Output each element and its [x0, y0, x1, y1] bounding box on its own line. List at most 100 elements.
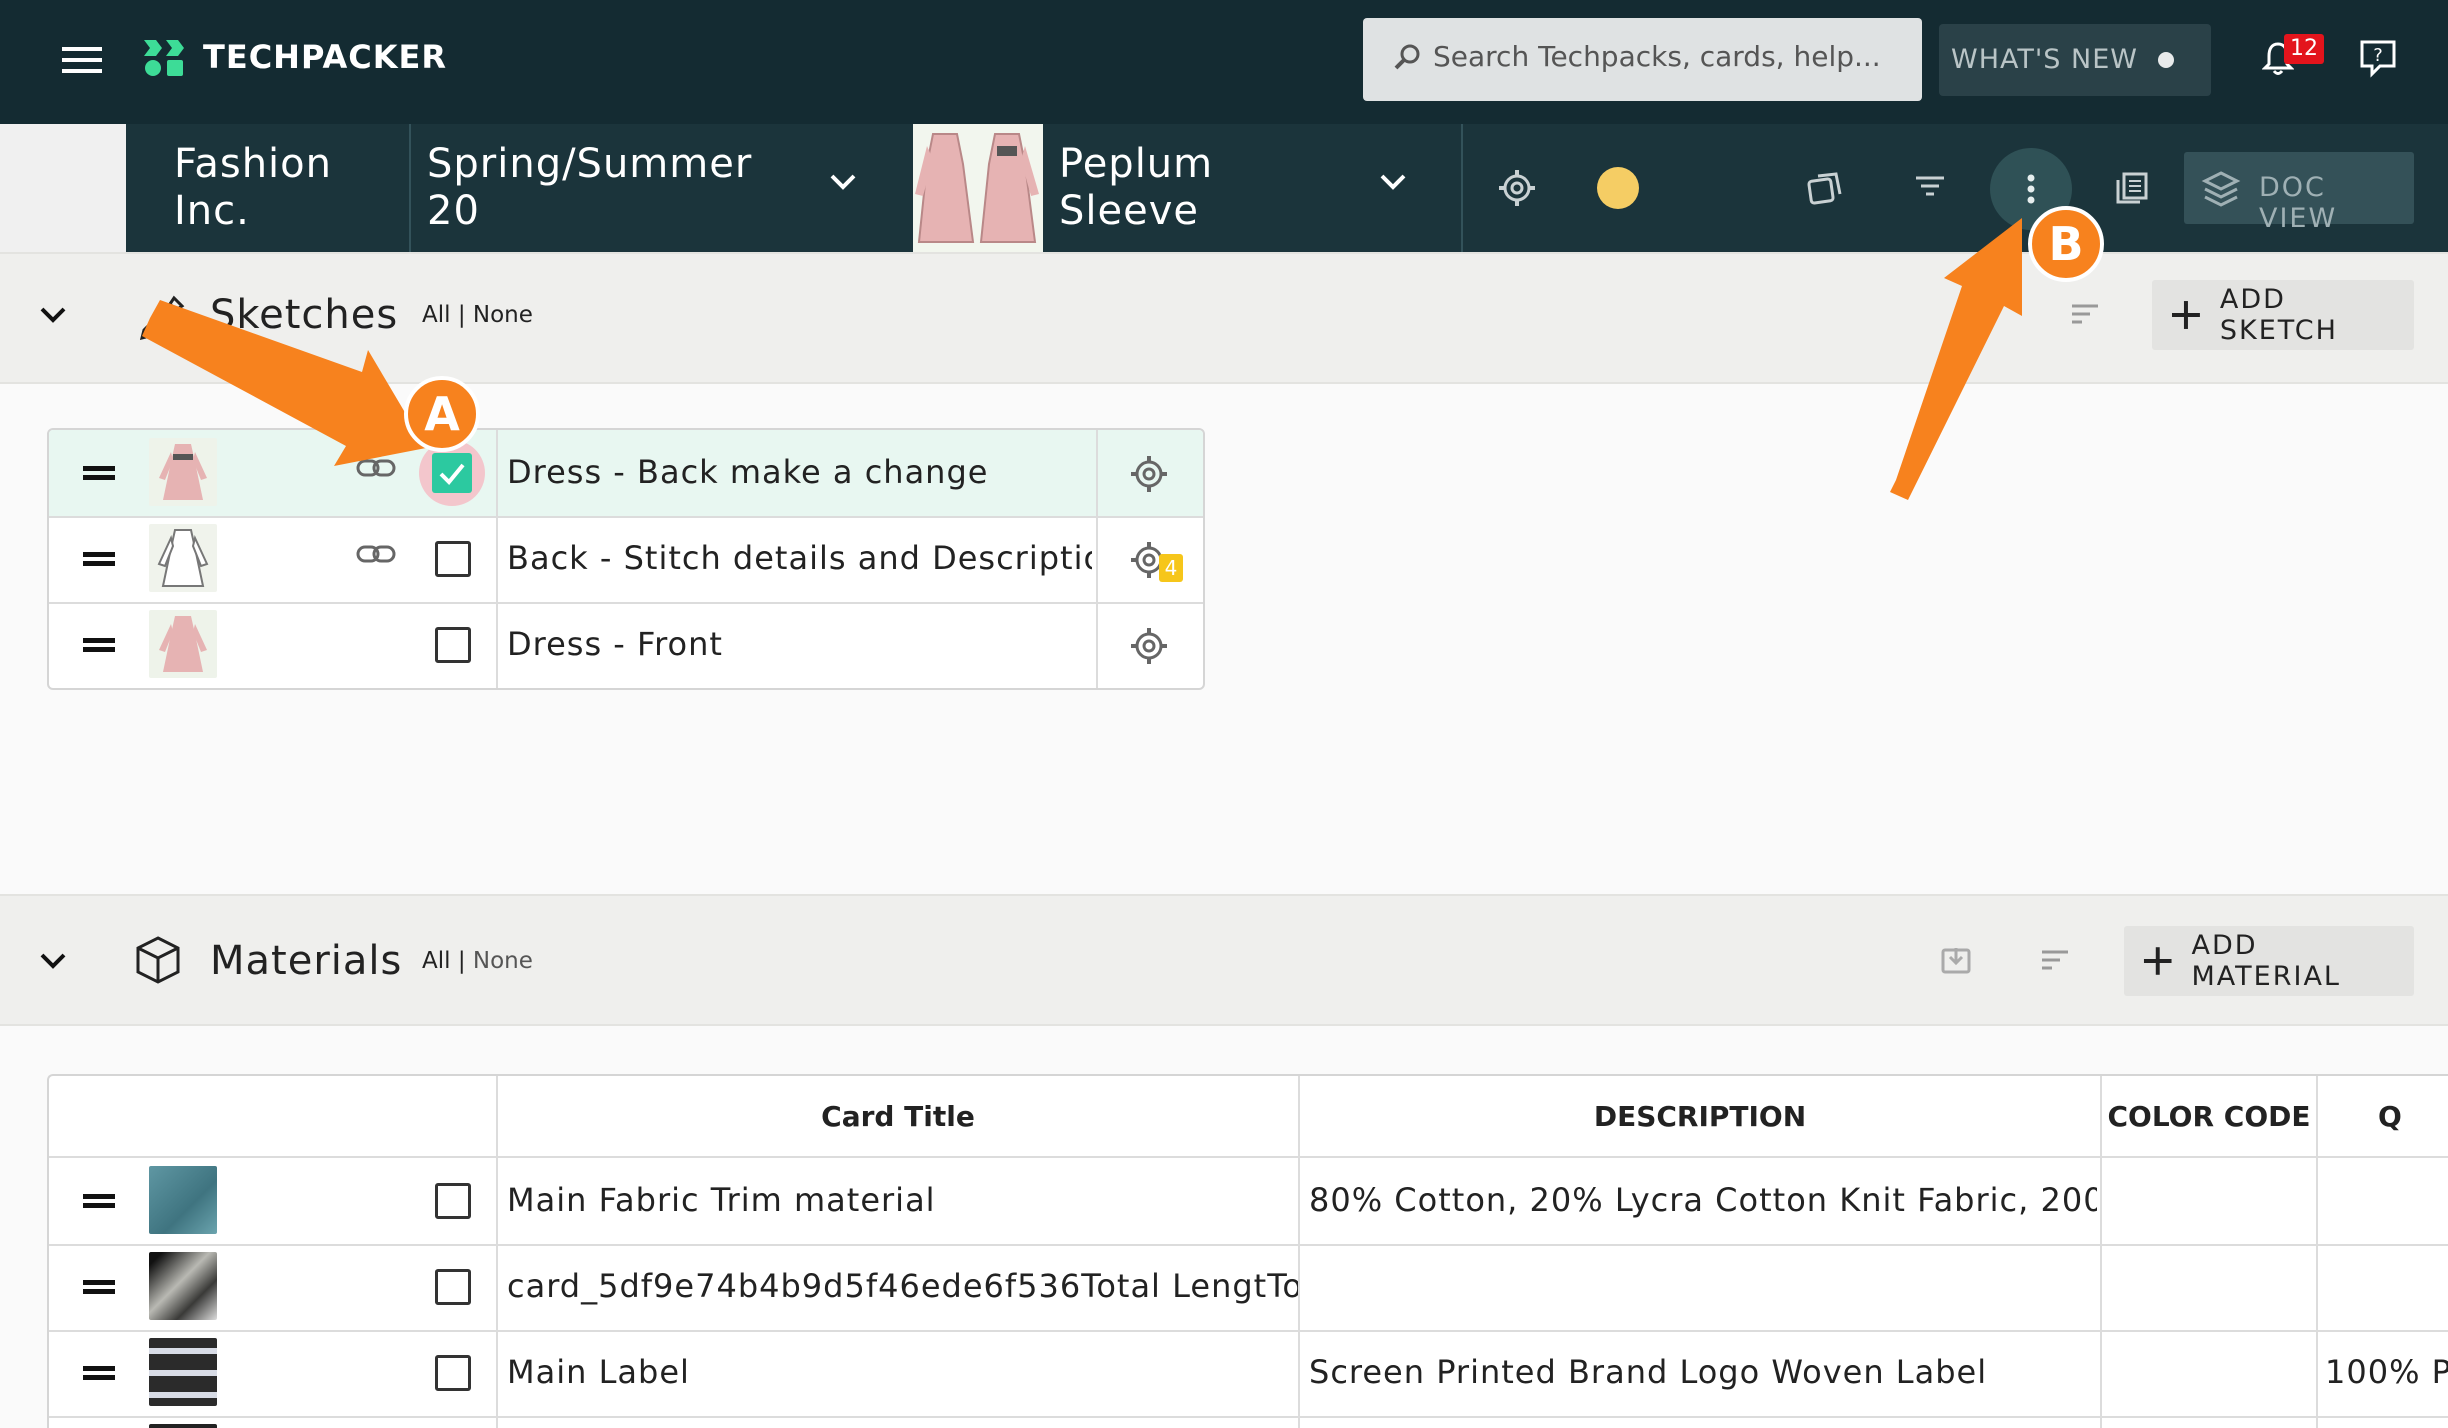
drag-handle-icon[interactable]	[83, 466, 115, 480]
select-checkbox[interactable]	[432, 453, 472, 493]
material-title[interactable]: card_5df9e74b4b9d5f46ede6f536Total Lengt…	[507, 1267, 1298, 1305]
layers-icon	[2201, 169, 2241, 209]
comment-count-badge[interactable]: 4	[1159, 554, 1183, 582]
status-indicator[interactable]	[1597, 167, 1639, 209]
style-name-line1: Peplum	[1059, 141, 1214, 187]
separator: |	[457, 948, 466, 974]
box-icon	[132, 934, 184, 986]
select-checkbox[interactable]	[435, 1355, 471, 1391]
table-row[interactable]	[49, 1416, 2448, 1428]
select-none-link[interactable]: None	[473, 948, 533, 974]
chevron-down-icon[interactable]	[829, 172, 859, 202]
breadcrumb-collection[interactable]: Spring/Summer 20	[411, 124, 911, 252]
dress-pair-icon	[915, 133, 1039, 243]
table-header: Card Title DESCRIPTION COLOR CODE Q	[49, 1076, 2448, 1158]
sketch-thumbnail[interactable]	[149, 438, 217, 506]
list-item[interactable]: Dress - Back make a change	[49, 430, 1203, 518]
whats-new-label: WHAT'S NEW	[1951, 44, 2138, 75]
select-checkbox[interactable]	[435, 541, 471, 577]
link-icon[interactable]	[356, 540, 396, 570]
breadcrumb-style[interactable]: Peplum Sleeve	[1043, 124, 1463, 252]
column-header[interactable]: Q	[2318, 1076, 2448, 1156]
settings-gear-icon[interactable]	[1129, 454, 1169, 494]
column-header[interactable]: DESCRIPTION	[1300, 1076, 2100, 1156]
drag-handle-icon[interactable]	[83, 638, 115, 652]
link-icon[interactable]	[356, 454, 396, 484]
search-icon	[1393, 42, 1423, 72]
download-icon[interactable]	[1940, 944, 1974, 978]
drag-handle-icon[interactable]	[83, 552, 115, 566]
drag-handle-icon[interactable]	[83, 1280, 115, 1294]
doc-view-button[interactable]: DOC VIEW	[2184, 152, 2414, 234]
material-q[interactable]: 100% Po	[2325, 1353, 2448, 1391]
collapse-chevron-icon[interactable]	[38, 304, 70, 328]
drag-handle-icon[interactable]	[83, 1194, 115, 1208]
select-checkbox[interactable]	[435, 627, 471, 663]
filter-icon[interactable]	[1912, 172, 1948, 204]
cell-divider	[496, 430, 498, 516]
add-sketch-button[interactable]: ADD SKETCH	[2152, 280, 2414, 350]
breadcrumb-company[interactable]: Fashion Inc.	[126, 124, 409, 252]
dress-icon	[157, 529, 209, 587]
table-row[interactable]: card_5df9e74b4b9d5f46ede6f536Total Lengt…	[49, 1244, 2448, 1332]
table-row[interactable]: Main Fabric Trim material 80% Cotton, 20…	[49, 1158, 2448, 1246]
dress-icon	[159, 616, 207, 672]
sketch-title[interactable]: Back - Stitch details and Description	[507, 539, 1092, 577]
material-title[interactable]: Main Fabric Trim material	[507, 1181, 1292, 1219]
sketch-title[interactable]: Dress - Front	[507, 625, 1087, 663]
select-all-link[interactable]: All	[422, 948, 451, 974]
material-title[interactable]: Main Label	[507, 1353, 1292, 1391]
sort-icon[interactable]	[2068, 300, 2104, 330]
column-header[interactable]: Card Title	[498, 1076, 1298, 1156]
add-material-label: ADD MATERIAL	[2191, 930, 2341, 992]
material-thumbnail	[149, 1424, 217, 1428]
separator: |	[457, 302, 466, 328]
help-icon[interactable]: ?	[2358, 38, 2400, 80]
sketch-thumbnail[interactable]	[149, 524, 217, 592]
search-box[interactable]: Search Techpacks, cards, help...	[1363, 18, 1922, 101]
style-thumbnail[interactable]	[913, 124, 1043, 252]
whats-new-button[interactable]: WHAT'S NEW	[1939, 24, 2211, 96]
pages-icon[interactable]	[2114, 170, 2152, 208]
material-description[interactable]: 80% Cotton, 20% Lycra Cotton Knit Fabric…	[1309, 1181, 2097, 1219]
list-item[interactable]: Back - Stitch details and Description 4	[49, 516, 1203, 604]
collapse-chevron-icon[interactable]	[38, 950, 70, 974]
material-thumbnail[interactable]	[149, 1252, 217, 1320]
material-thumbnail[interactable]	[149, 1166, 217, 1234]
table-row[interactable]: Main Label Screen Printed Brand Logo Wov…	[49, 1330, 2448, 1418]
settings-gear-icon[interactable]	[1497, 168, 1537, 208]
copy-icon[interactable]	[1806, 170, 1844, 208]
subbar-left-spacer	[0, 124, 126, 252]
sort-icon[interactable]	[2038, 946, 2074, 976]
select-checkbox[interactable]	[435, 1269, 471, 1305]
select-all-link[interactable]: All	[422, 302, 451, 328]
select-all-none: All | None	[422, 948, 533, 974]
settings-gear-icon[interactable]	[1129, 626, 1169, 666]
annotation-marker-a: A	[404, 376, 480, 452]
material-description[interactable]: Screen Printed Brand Logo Woven Label	[1309, 1353, 2097, 1391]
material-thumbnail[interactable]	[149, 1338, 217, 1406]
menu-icon[interactable]	[58, 40, 106, 80]
pencil-icon	[134, 290, 186, 342]
cell-divider	[1096, 430, 1098, 516]
doc-view-label: DOC VIEW	[2259, 172, 2338, 234]
brand-logo-icon[interactable]	[142, 38, 186, 78]
sketch-thumbnail[interactable]	[149, 610, 217, 678]
chevron-down-icon[interactable]	[1379, 172, 1409, 202]
select-all-none: All | None	[422, 302, 533, 328]
search-input[interactable]: Search Techpacks, cards, help...	[1433, 40, 1881, 73]
brand-name[interactable]: TECHPACKER	[203, 38, 447, 76]
plus-icon	[2143, 947, 2172, 975]
section-title: Sketches	[210, 292, 399, 338]
cell-divider	[1096, 516, 1098, 602]
select-checkbox[interactable]	[435, 1183, 471, 1219]
sketch-title[interactable]: Dress - Back make a change	[507, 453, 1087, 491]
add-material-button[interactable]: ADD MATERIAL	[2124, 926, 2414, 996]
divider	[1461, 124, 1463, 252]
cell-divider	[496, 602, 498, 688]
unread-dot-icon	[2158, 52, 2174, 68]
drag-handle-icon[interactable]	[83, 1366, 115, 1380]
list-item[interactable]: Dress - Front	[49, 602, 1203, 688]
column-header[interactable]: COLOR CODE	[2102, 1076, 2316, 1156]
select-none-link[interactable]: None	[473, 302, 533, 328]
